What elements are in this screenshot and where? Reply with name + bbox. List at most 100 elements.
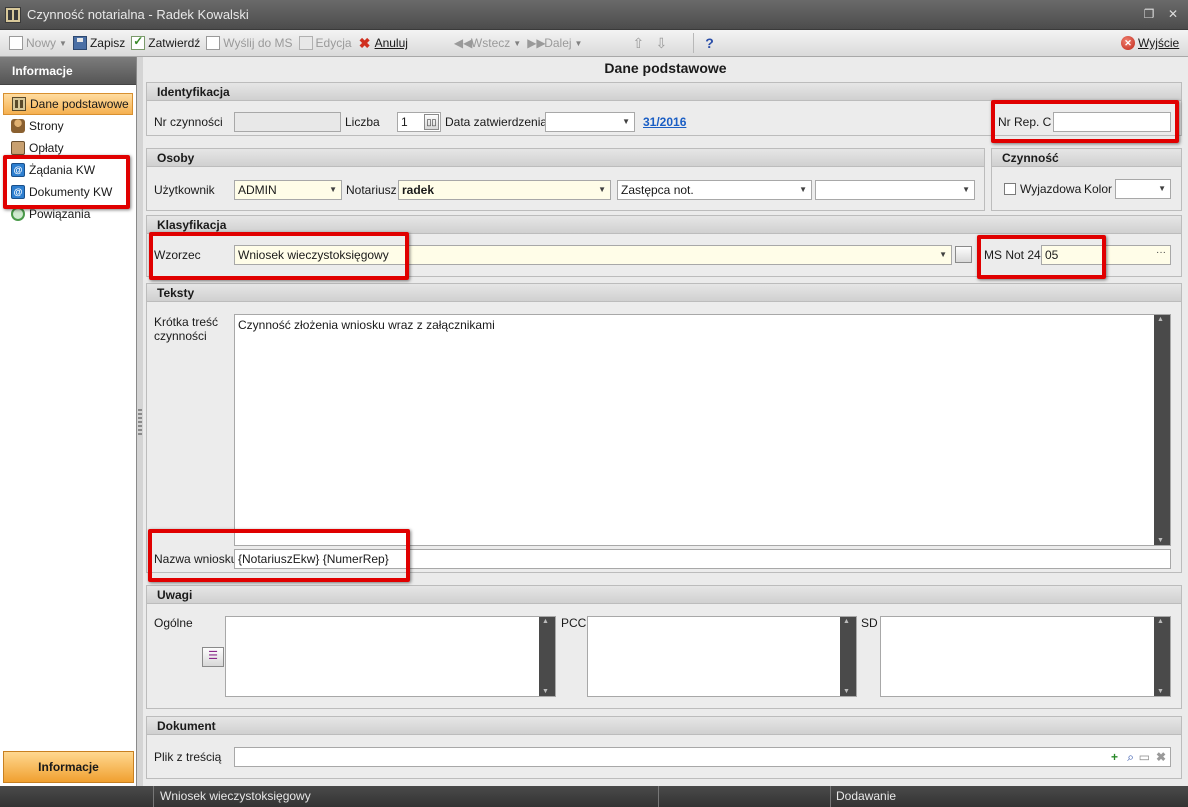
save-icon (72, 36, 87, 50)
annotation-highlight (3, 155, 130, 209)
nr-czynnosci-label: Nr czynności (154, 115, 223, 129)
dodatkowa-osoba-select[interactable]: ▼ (815, 180, 975, 200)
next-button[interactable]: ▶▶ Dalej ▼ (524, 32, 585, 54)
chevron-down-icon[interactable]: ▼ (575, 39, 583, 48)
krotka-tresc-label-line1: Krótka treść (154, 315, 219, 329)
book-icon (12, 97, 26, 111)
status-template: Wniosek wieczystoksięgowy (160, 789, 311, 803)
liczba-stepper[interactable]: 1 ▯▯ (397, 112, 441, 132)
chevron-down-icon[interactable]: ▼ (622, 113, 630, 131)
add-file-icon[interactable]: + (1111, 748, 1118, 766)
cancel-icon: ✖ (358, 35, 371, 51)
chevron-down-icon[interactable]: ▼ (799, 181, 807, 199)
toolbar-separator (693, 33, 695, 53)
group-header: Czynność (992, 149, 1181, 167)
help-button[interactable]: ? (699, 32, 722, 54)
exit-button[interactable]: ✕ Wyjście (1118, 32, 1182, 54)
group-header: Uwagi (147, 586, 1181, 604)
pcc-label: PCC (561, 616, 587, 630)
group-osoby: Osoby Użytkownik ADMIN ▼ Notariusz radek… (146, 148, 985, 211)
ogolne-textarea[interactable] (225, 616, 556, 697)
app-icon (5, 6, 21, 23)
wyjazdowa-checkbox[interactable] (1004, 183, 1016, 195)
approve-button[interactable]: Zatwierdź (128, 32, 203, 54)
plik-label: Plik z treścią (154, 750, 222, 764)
pcc-textarea[interactable] (587, 616, 857, 697)
link-icon (11, 207, 25, 221)
edit-button[interactable]: Edycja (296, 32, 355, 54)
group-header: Identyfikacja (147, 83, 1181, 101)
group-header: Osoby (147, 149, 984, 167)
new-button[interactable]: Nowy ▼ (6, 32, 70, 54)
chevron-down-icon[interactable]: ▼ (939, 246, 947, 264)
back-button[interactable]: ◀◀ Wstecz ▼ (451, 32, 524, 54)
chevron-down-icon[interactable]: ▼ (962, 181, 970, 199)
sd-label: SD (861, 616, 878, 630)
kolor-picker[interactable]: ▼ (1115, 179, 1171, 199)
chevron-down-icon[interactable]: ▼ (329, 181, 337, 199)
nav-footer-button[interactable]: Informacje (3, 751, 134, 783)
approve-icon (131, 34, 146, 50)
list-icon[interactable]: ☰ (202, 647, 224, 667)
template-details-icon[interactable] (955, 246, 972, 263)
status-mode: Dodawanie (836, 789, 897, 803)
uzytkownik-select[interactable]: ADMIN ▼ (234, 180, 342, 200)
chevron-down-icon[interactable]: ▼ (513, 39, 521, 48)
help-icon: ? (705, 35, 714, 51)
move-down-button[interactable]: ⇩ (652, 32, 675, 54)
main-panel: Dane podstawowe Identyfikacja Nr czynnoś… (143, 57, 1188, 786)
nav-item-strony[interactable]: Strony (3, 115, 133, 137)
scrollbar[interactable] (1154, 315, 1170, 545)
search-icon[interactable]: ⌕ (1127, 748, 1134, 766)
exit-icon: ✕ (1121, 36, 1135, 50)
group-header: Teksty (147, 284, 1181, 302)
save-button[interactable]: Zapisz (70, 32, 128, 54)
delete-icon[interactable]: ✖ (1156, 748, 1166, 766)
zastepca-select[interactable]: Zastępca not. ▼ (617, 180, 812, 200)
group-czynnosc: Czynność Wyjazdowa Kolor ▼ (991, 148, 1182, 211)
scrollbar[interactable] (539, 617, 555, 696)
ogolne-label: Ogólne (154, 616, 193, 630)
chevron-down-icon[interactable]: ▼ (1158, 180, 1166, 198)
annotation-highlight (991, 100, 1179, 143)
chevron-down-icon[interactable]: ▼ (598, 181, 606, 199)
send-icon (206, 36, 221, 50)
title-bar: Czynność notarialna - Radek Kowalski ❐ ✕ (0, 0, 1188, 30)
annotation-highlight (149, 232, 409, 280)
chevron-down-icon[interactable]: ▼ (59, 39, 67, 48)
notariusz-label: Notariusz (346, 183, 397, 197)
cancel-button[interactable]: ✖ Anuluj (355, 32, 411, 54)
uzytkownik-label: Użytkownik (154, 183, 215, 197)
kolor-label: Kolor (1084, 182, 1113, 196)
scrollbar[interactable] (840, 617, 856, 696)
move-up-button[interactable]: ⇧ (629, 32, 652, 54)
next-icon: ▶▶ (527, 36, 546, 50)
data-zatwierdzenia-field[interactable]: ▼ (545, 112, 635, 132)
close-icon[interactable]: ✕ (1166, 7, 1180, 21)
arrow-up-icon: ⇧ (632, 35, 645, 51)
stepper-icon[interactable]: ▯▯ (424, 114, 439, 130)
status-bar: Wniosek wieczystoksięgowy Dodawanie (0, 786, 1188, 807)
sd-textarea[interactable] (880, 616, 1171, 697)
coins-icon (11, 141, 25, 155)
new-document-icon (9, 36, 23, 50)
nr-czynnosci-field[interactable] (234, 112, 341, 132)
plik-field[interactable]: + ⌕ ▭ ✖ (234, 747, 1171, 767)
send-ms-button[interactable]: Wyślij do MS (203, 32, 295, 54)
nav-header: Informacje (0, 57, 136, 85)
toolbar: Nowy ▼ Zapisz Zatwierdź Wyślij do MS Edy… (0, 30, 1188, 57)
nav-item-dane-podstawowe[interactable]: Dane podstawowe (3, 93, 133, 115)
repertorium-link[interactable]: 31/2016 (643, 115, 686, 129)
krotka-tresc-textarea[interactable]: Czynność złożenia wniosku wraz z załączn… (234, 314, 1171, 546)
edit-icon (298, 36, 313, 50)
folder-icon[interactable]: ▭ (1139, 748, 1150, 766)
back-icon: ◀◀ (453, 36, 473, 50)
restore-icon[interactable]: ❐ (1142, 7, 1156, 21)
group-dokument: Dokument Plik z treścią + ⌕ ▭ ✖ (146, 716, 1182, 779)
ellipsis-icon[interactable]: ··· (1156, 246, 1166, 262)
scrollbar[interactable] (1154, 617, 1170, 696)
notariusz-select[interactable]: radek ▼ (398, 180, 611, 200)
window-title: Czynność notarialna - Radek Kowalski (27, 7, 249, 22)
wyjazdowa-label: Wyjazdowa (1020, 182, 1082, 196)
arrow-down-icon: ⇩ (655, 35, 668, 51)
